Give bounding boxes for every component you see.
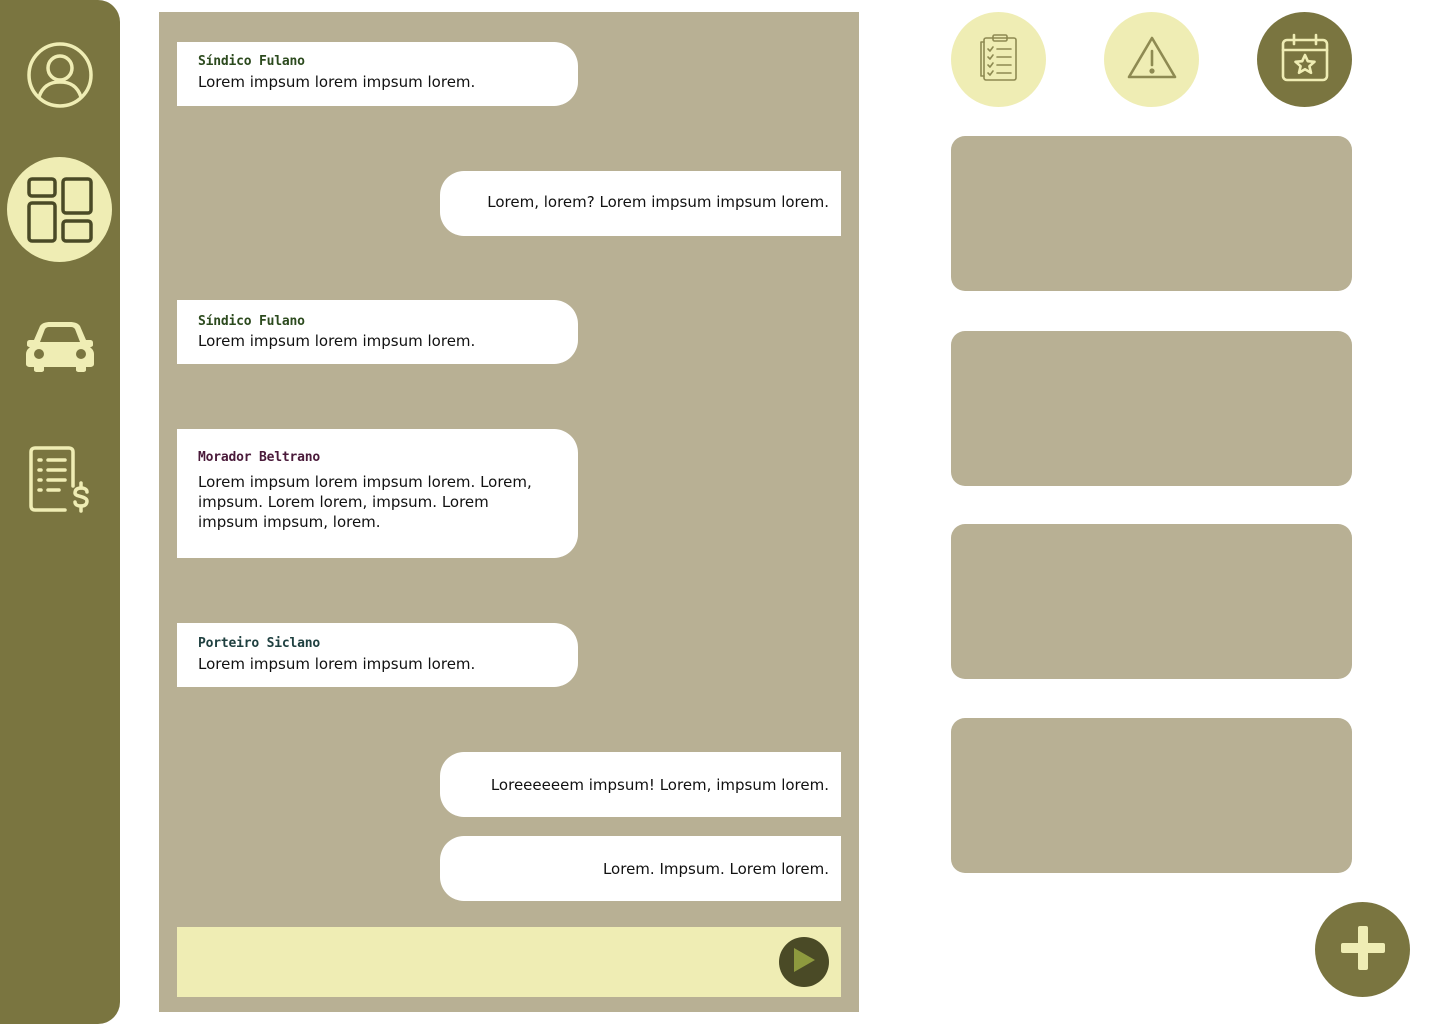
message-text: Lorem impsum lorem impsum lorem. <box>198 655 476 673</box>
nav-dashboard-button[interactable] <box>7 157 112 262</box>
message-sender: Síndico Fulano <box>198 314 305 329</box>
message-text: Lorem impsum lorem impsum lorem. <box>198 332 476 350</box>
message-sender: Porteiro Siclano <box>198 636 321 651</box>
info-card[interactable] <box>951 718 1352 873</box>
chat-message: Síndico Fulano Lorem impsum lorem impsum… <box>177 300 578 364</box>
plus-icon <box>1339 924 1387 976</box>
chat-message: Síndico Fulano Lorem impsum lorem impsum… <box>177 42 578 106</box>
app-root: Síndico Fulano Lorem impsum lorem impsum… <box>0 0 1440 1024</box>
info-card[interactable] <box>951 524 1352 679</box>
message-text: Loreeeeeem impsum! Lorem, impsum lorem. <box>490 776 829 794</box>
calendar-star-icon <box>1280 33 1330 87</box>
message-sender: Síndico Fulano <box>198 54 305 69</box>
nav-billing-button[interactable] <box>7 427 112 532</box>
send-button[interactable] <box>779 937 829 987</box>
message-composer <box>177 927 841 997</box>
info-card[interactable] <box>951 136 1352 291</box>
warning-icon <box>1126 35 1178 85</box>
message-text: Lorem impsum lorem impsum lorem. Lorem, … <box>198 473 532 531</box>
message-input[interactable] <box>191 945 771 979</box>
alerts-button[interactable] <box>1104 12 1199 107</box>
chat-message: Lorem. Impsum. Lorem lorem. <box>440 836 841 901</box>
nav-profile-button[interactable] <box>7 22 112 127</box>
message-sender: Morador Beltrano <box>198 450 321 465</box>
nav-vehicles-button[interactable] <box>7 294 112 399</box>
car-icon <box>25 321 94 372</box>
message-text: Lorem, lorem? Lorem impsum impsum lorem. <box>487 193 829 211</box>
chat-message: Loreeeeeem impsum! Lorem, impsum lorem. <box>440 752 841 817</box>
play-send-icon <box>791 946 817 978</box>
message-text: Lorem impsum lorem impsum lorem. <box>198 73 476 91</box>
sidebar <box>0 0 120 1024</box>
events-calendar-button[interactable] <box>1257 12 1352 107</box>
message-text: Lorem. Impsum. Lorem lorem. <box>602 860 829 878</box>
checklist-icon <box>979 33 1019 86</box>
chat-panel: Síndico Fulano Lorem impsum lorem impsum… <box>159 12 859 1012</box>
chat-message: Porteiro Siclano Lorem impsum lorem imps… <box>177 623 578 687</box>
bill-invoice-icon <box>28 445 91 514</box>
chat-message: Lorem, lorem? Lorem impsum impsum lorem. <box>440 171 841 236</box>
info-card[interactable] <box>951 331 1352 486</box>
dashboard-icon <box>26 176 93 243</box>
add-button[interactable] <box>1315 902 1410 997</box>
checklist-button[interactable] <box>951 12 1046 107</box>
user-profile-icon <box>26 41 94 109</box>
chat-message: Morador Beltrano Lorem impsum lorem imps… <box>177 429 578 558</box>
